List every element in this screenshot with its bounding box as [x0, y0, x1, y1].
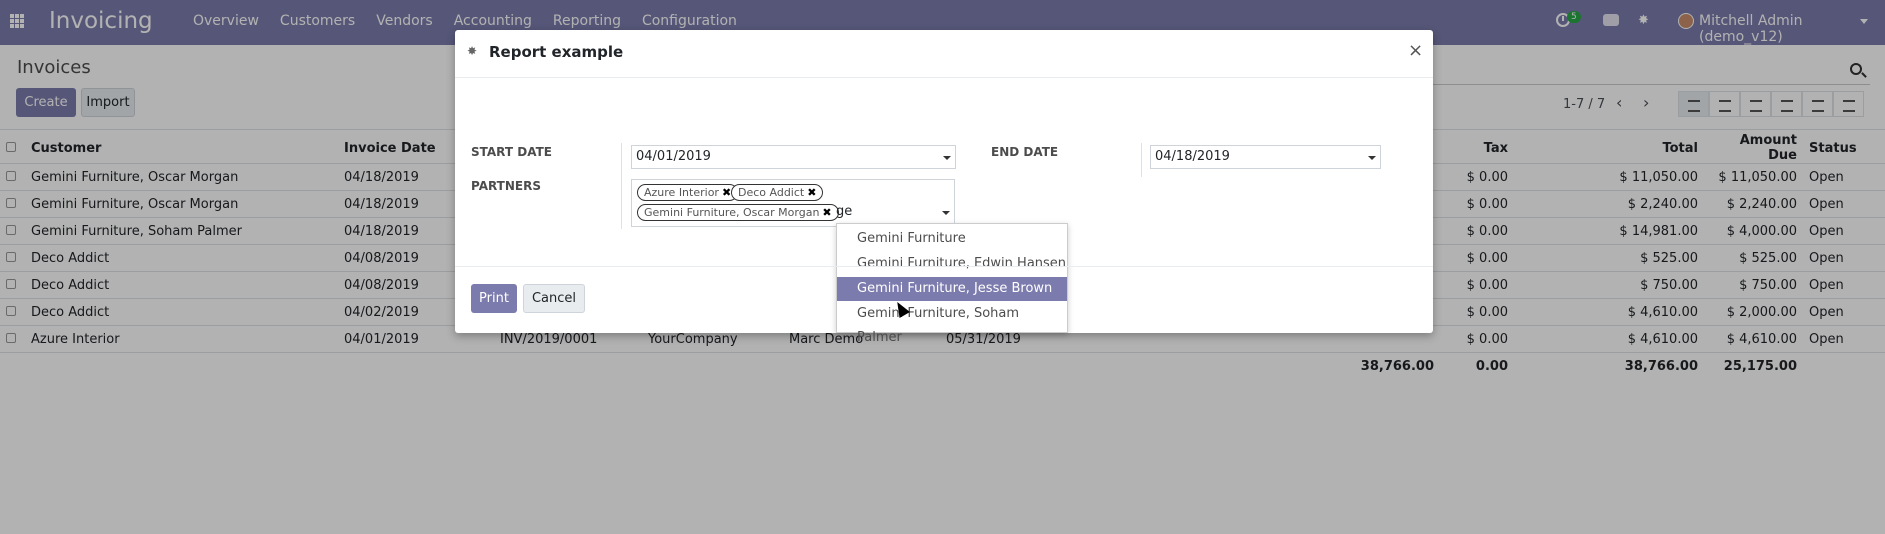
start-date-value: 04/01/2019	[636, 149, 711, 164]
tag-label: Gemini Furniture, Oscar Morgan	[644, 206, 820, 219]
end-date-field[interactable]: 04/18/2019	[1150, 145, 1381, 169]
dialog-title: Report example	[489, 43, 624, 61]
print-button[interactable]: Print	[471, 284, 517, 313]
tag-label: Azure Interior	[644, 186, 719, 199]
list-item[interactable]: Gemini Furniture, Soham Palmer	[837, 302, 1067, 345]
partner-tag: Deco Addict ✖	[731, 184, 824, 201]
partners-label: PARTNERS	[471, 179, 541, 193]
remove-tag-icon[interactable]: ✖	[722, 186, 731, 199]
partner-search-input[interactable]: ge	[836, 204, 852, 219]
end-date-label: END DATE	[991, 145, 1059, 159]
list-item[interactable]: Gemini Furniture, Jesse Brown	[837, 277, 1067, 301]
divider	[621, 143, 622, 177]
tag-label: Deco Addict	[738, 186, 805, 199]
partner-autocomplete-dropdown: Gemini Furniture Gemini Furniture, Edwin…	[836, 223, 1068, 345]
list-item[interactable]: Gemini Furniture	[837, 227, 1067, 251]
divider	[621, 177, 622, 229]
close-icon[interactable]: ×	[1408, 40, 1423, 61]
report-dialog: ✸ Report example × START DATE 04/01/2019…	[455, 30, 1433, 345]
start-date-field[interactable]: 04/01/2019	[631, 145, 956, 169]
divider	[1141, 143, 1142, 177]
debug-icon: ✸	[467, 44, 478, 58]
partners-many2many-field[interactable]: Azure Interior ✖ Deco Addict ✖ Gemini Furn…	[631, 179, 955, 227]
partner-tag: Gemini Furniture, Oscar Morgan ✖	[637, 204, 839, 221]
chevron-down-icon[interactable]	[942, 211, 950, 215]
dialog-footer-divider	[455, 266, 1433, 267]
chevron-down-icon[interactable]	[1368, 156, 1376, 160]
partner-tag: Azure Interior ✖	[637, 184, 739, 201]
chevron-down-icon[interactable]	[943, 156, 951, 160]
dialog-header: ✸ Report example ×	[455, 30, 1433, 78]
cancel-button[interactable]: Cancel	[523, 284, 585, 313]
remove-tag-icon[interactable]: ✖	[822, 206, 831, 219]
remove-tag-icon[interactable]: ✖	[807, 186, 816, 199]
end-date-value: 04/18/2019	[1155, 149, 1230, 164]
list-item[interactable]: Gemini Furniture, Edwin Hansen	[837, 252, 1067, 276]
start-date-label: START DATE	[471, 145, 552, 159]
